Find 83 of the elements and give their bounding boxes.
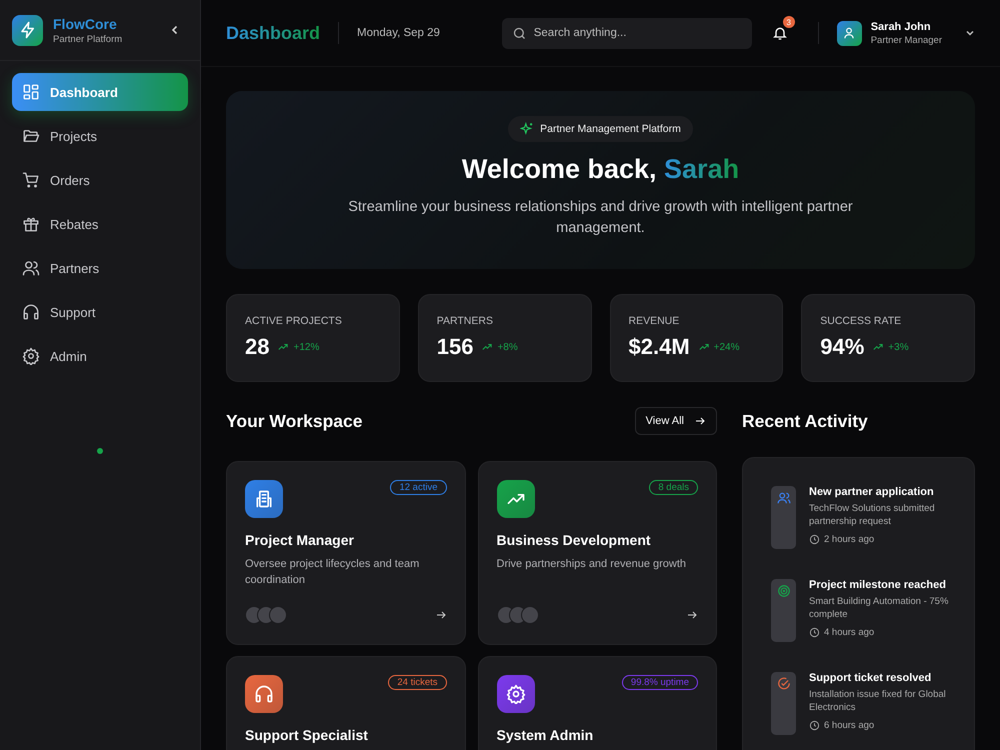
nav-item[interactable]: Dashboard	[12, 73, 188, 111]
arrow-right-icon	[686, 609, 698, 621]
avatar-icon	[520, 606, 538, 624]
workspace-card[interactable]: 12 active Project Manager Oversee project lifecycles and team coordination	[226, 461, 466, 645]
count-badge: 99.8% uptime	[622, 675, 698, 690]
avatar-icon	[836, 20, 862, 46]
stat-label: SUCCESS RATE	[820, 315, 902, 327]
trend-up-icon	[698, 342, 709, 352]
activity-title: Support ticket resolved	[809, 672, 932, 684]
search-icon	[512, 26, 527, 40]
trend-up-icon	[482, 342, 492, 352]
cart-icon	[22, 171, 40, 189]
clock-icon	[809, 627, 820, 638]
stat-value: 156	[436, 334, 474, 360]
section-title: Your Workspace	[226, 410, 362, 432]
trend-up-icon	[873, 342, 884, 352]
workspace-card[interactable]: 8 deals Business Development Drive partnerships and revenue growth	[478, 461, 717, 645]
brand-name: FlowCore	[53, 16, 118, 32]
bell-icon[interactable]	[772, 25, 788, 41]
bolt-icon	[12, 14, 43, 46]
status-dot	[97, 448, 103, 454]
activity-time: 6 hours ago	[824, 720, 874, 731]
avatar-icon	[269, 606, 287, 624]
count-badge: 8 deals	[649, 480, 698, 495]
count-badge: 12 active	[390, 480, 446, 495]
sparkle-icon	[520, 122, 534, 136]
nav-item[interactable]: Support	[12, 293, 188, 331]
nav-item[interactable]: Projects	[12, 117, 188, 155]
activity-detail: TechFlow Solutions submitted partnership request	[809, 502, 936, 528]
stat-change: +24%	[714, 342, 740, 352]
stat-label: ACTIVE PROJECTS	[245, 315, 343, 327]
arrow-right-icon	[434, 609, 446, 621]
stat-change: +12%	[293, 342, 320, 352]
activity-title: New partner application	[809, 486, 935, 498]
gift-icon	[22, 215, 40, 233]
collapse-icon[interactable]	[170, 25, 180, 35]
settings-icon	[22, 347, 40, 365]
folder-icon	[22, 127, 40, 145]
activity-title: Project milestone reached	[809, 579, 947, 591]
nav-item[interactable]: Rebates	[12, 205, 188, 243]
nav-item[interactable]: Orders	[12, 161, 188, 199]
activity-time: 4 hours ago	[824, 627, 874, 638]
workspace-card[interactable]: 99.8% uptime System Admin	[478, 656, 717, 750]
brand-tagline: Partner Platform	[53, 34, 124, 44]
card-description: Oversee project lifecycles and team coordination	[245, 557, 420, 588]
stat-value: 94%	[820, 334, 864, 360]
stat-value: $2.4M	[628, 334, 690, 360]
activity-detail: Installation issue fixed for Global Electronics	[809, 688, 947, 714]
section-title: Recent Activity	[742, 410, 869, 433]
card-description: Drive partnerships and revenue growth	[496, 557, 688, 572]
user-menu[interactable]: Sarah John Partner Manager	[836, 20, 975, 46]
headset-icon	[22, 303, 40, 321]
stat-label: REVENUE	[628, 315, 680, 327]
clock-icon	[809, 720, 820, 731]
nav-item[interactable]: Partners	[12, 249, 188, 287]
chevron-down-icon	[965, 28, 975, 38]
card-title: Project Manager	[245, 532, 355, 548]
arrow-right-icon	[694, 415, 706, 427]
count-badge: 24 tickets	[388, 675, 446, 690]
view-all-button[interactable]: View All	[634, 407, 717, 435]
users-icon	[22, 259, 40, 277]
stat-value: 28	[245, 334, 270, 360]
card-title: Business Development	[496, 532, 652, 548]
user-role: Partner Manager	[870, 34, 942, 46]
notification-badge: 3	[782, 16, 795, 28]
hero-badge-label: Partner Management Platform	[540, 123, 681, 135]
hero-subtitle: Streamline your business relationships and drive growth with intelligent partner management.	[347, 198, 854, 238]
hero-title: Welcome back,	[462, 154, 657, 184]
activity-detail: Smart Building Automation - 75% complete	[809, 595, 950, 621]
stat-change: +3%	[888, 342, 909, 352]
date-label: Monday, Sep 29	[357, 27, 441, 39]
clock-icon	[809, 534, 820, 545]
stat-label: PARTNERS	[436, 315, 494, 327]
stat-change: +8%	[497, 342, 518, 352]
card-title: System Admin	[496, 727, 594, 743]
trend-up-icon	[278, 342, 288, 352]
search-field[interactable]: Search anything...	[502, 18, 752, 48]
workspace-card[interactable]: 24 tickets Support Specialist	[226, 656, 466, 750]
card-title: Support Specialist	[245, 727, 369, 743]
grid-icon	[22, 83, 40, 101]
nav-item[interactable]: Admin	[12, 337, 188, 375]
user-name: Sarah John	[870, 20, 932, 32]
activity-time: 2 hours ago	[824, 534, 874, 545]
